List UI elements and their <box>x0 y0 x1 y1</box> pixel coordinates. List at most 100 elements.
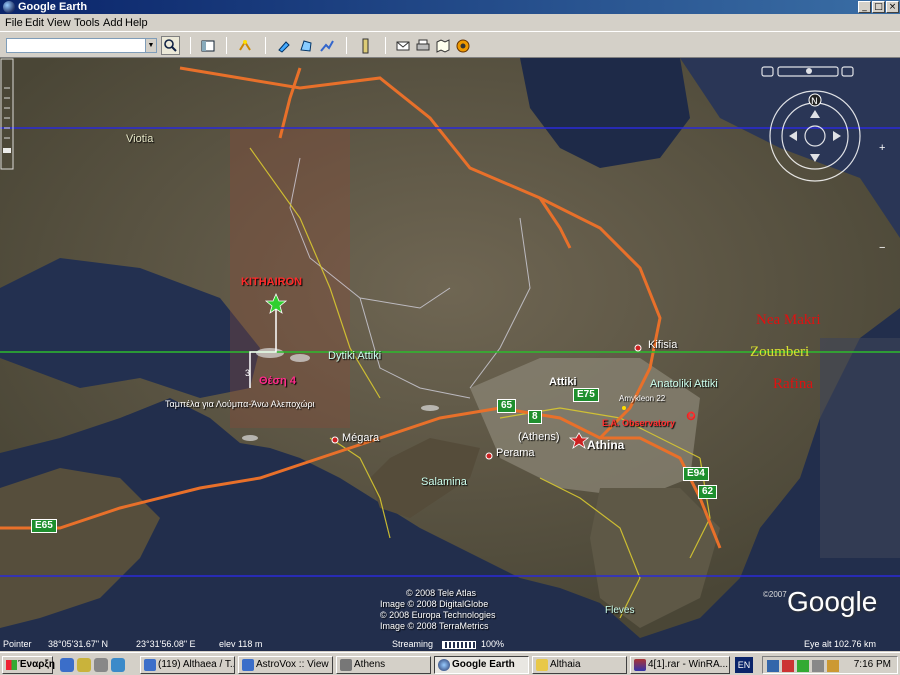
zoom-out-button[interactable]: − <box>879 242 885 254</box>
window-title: Google Earth <box>18 1 88 13</box>
copyright-text: © 2008 Tele Atlas Image © 2008 DigitalGl… <box>380 588 496 632</box>
pointer-longitude: 23°31'56.08" E <box>136 639 196 649</box>
taskbar-item-google-earth[interactable]: Google Earth <box>434 656 529 674</box>
map-label-zoumberi[interactable]: Zoumberi <box>750 344 809 361</box>
placemark-icon[interactable] <box>276 38 292 54</box>
tray-app-icon[interactable] <box>797 660 809 672</box>
road-shield-62: 62 <box>698 485 718 499</box>
map-label-viotia[interactable]: Viotia <box>126 133 153 145</box>
streaming-label: Streaming <box>392 639 434 649</box>
map-label-attiki[interactable]: Attiki <box>549 376 577 388</box>
zoom-in-button[interactable]: + <box>879 142 885 154</box>
tray-app-icon[interactable] <box>827 660 839 672</box>
map-label-kithairon[interactable]: KITHAIRON <box>241 276 302 288</box>
clock: 7:16 PM <box>853 659 891 670</box>
menu-edit[interactable]: Edit <box>25 17 44 29</box>
map-label-amykleon[interactable]: Amykleon 22 <box>619 394 665 403</box>
navigation-controls[interactable]: N <box>760 66 890 196</box>
ruler-icon[interactable] <box>357 38 373 54</box>
streaming-percent: 100% <box>481 639 505 649</box>
window-icon <box>340 659 352 671</box>
start-button[interactable]: Έναρξη <box>2 656 55 674</box>
taskbar-item-astrovox[interactable]: AstroVox :: View ... <box>238 656 333 674</box>
task-label: Athens <box>354 659 386 670</box>
map-label-dytiki-attiki[interactable]: Dytiki Attiki <box>328 350 381 362</box>
google-logo-year: ©2007 <box>763 590 787 599</box>
map-view[interactable]: Viotia KITHAIRON Dytiki Attiki 3 Θέση 4 … <box>0 58 900 651</box>
menu-add[interactable]: Add <box>103 17 123 29</box>
zoom-slider[interactable] <box>0 58 14 170</box>
taskbar-item-althaia[interactable]: Althaia <box>532 656 627 674</box>
title-bar: Google Earth _ □ × <box>0 0 900 14</box>
tour-icon[interactable] <box>237 38 253 54</box>
eye-altitude: Eye alt 102.76 km <box>804 639 877 649</box>
task-label: (119) Althaea / T... <box>158 659 235 670</box>
windows-logo-icon <box>6 660 17 670</box>
map-label-tampela[interactable]: Ταμπέλα για Λούμπα-Άνω Αλεποχώρι <box>165 399 315 409</box>
sidebar-icon[interactable] <box>200 38 216 54</box>
ie-icon <box>242 659 254 671</box>
minimize-button[interactable]: _ <box>858 1 871 13</box>
map-label-salamina[interactable]: Salamina <box>421 476 467 488</box>
map-label-perama[interactable]: Perama <box>496 447 535 459</box>
volume-icon[interactable] <box>812 660 824 672</box>
map-label-thesi4[interactable]: Θέση 4 <box>259 375 296 387</box>
task-label: AstroVox :: View ... <box>256 659 333 670</box>
start-label: Έναρξη <box>18 659 55 670</box>
road-shield-e94: E94 <box>683 467 709 481</box>
pointer-label: Pointer <box>3 639 32 649</box>
polygon-icon[interactable] <box>298 38 314 54</box>
toolbar-separator <box>346 37 347 54</box>
task-label: Althaia <box>550 659 581 670</box>
search-dropdown-button[interactable]: ▼ <box>145 38 157 53</box>
map-label-athina[interactable]: Athina <box>587 438 624 452</box>
taskbar: Έναρξη (119) Althaea / T... AstroVox :: … <box>0 652 900 675</box>
menu-file[interactable]: File <box>5 17 23 29</box>
map-label-anatoliki-attiki[interactable]: Anatoliki Attiki <box>650 378 718 390</box>
road-shield-e65: E65 <box>31 519 57 533</box>
toolbar-separator <box>385 37 386 54</box>
map-label-megara[interactable]: Mégara <box>342 432 379 444</box>
toolbar-separator <box>265 37 266 54</box>
road-shield-e75: E75 <box>573 388 599 402</box>
search-input[interactable] <box>6 38 146 53</box>
copyright-line: Image © 2008 DigitalGlobe <box>380 599 489 609</box>
email-icon[interactable] <box>395 38 411 54</box>
map-label-fleves[interactable]: Fleves <box>605 605 634 616</box>
maximize-button[interactable]: □ <box>872 1 885 13</box>
copyright-line: Image © 2008 TerraMetrics <box>380 621 489 631</box>
menu-tools[interactable]: Tools <box>74 17 100 29</box>
sky-icon[interactable] <box>455 38 471 54</box>
quicklaunch-folder-icon[interactable] <box>77 658 91 672</box>
search-button[interactable] <box>161 36 180 55</box>
task-label: Google Earth <box>452 659 515 670</box>
print-icon[interactable] <box>415 38 431 54</box>
taskbar-item-winrar[interactable]: 4[1].rar - WinRA... <box>630 656 730 674</box>
google-earth-icon <box>3 1 15 13</box>
path-icon[interactable] <box>319 38 335 54</box>
menu-view[interactable]: View <box>47 17 71 29</box>
pointer-latitude: 38°05'31.67" N <box>48 639 109 649</box>
quicklaunch-media-icon[interactable] <box>94 658 108 672</box>
pointer-elevation: elev 118 m <box>219 639 263 649</box>
ie-icon <box>144 659 156 671</box>
task-label: 4[1].rar - WinRA... <box>648 659 729 670</box>
compass-north-label: N <box>811 97 818 107</box>
taskbar-item-athens[interactable]: Athens <box>336 656 431 674</box>
quicklaunch-ie-icon[interactable] <box>60 658 74 672</box>
map-label-athens[interactable]: (Athens) <box>518 431 560 443</box>
copyright-line: © 2008 Europa Technologies <box>380 610 496 620</box>
antivirus-icon[interactable] <box>782 660 794 672</box>
map-label-rafina[interactable]: Rafina <box>773 376 813 393</box>
network-icon[interactable] <box>767 660 779 672</box>
map-label-ea-observatory[interactable]: E.A. Observatory <box>602 418 675 428</box>
close-button[interactable]: × <box>886 1 899 13</box>
language-indicator[interactable]: EN <box>735 657 753 673</box>
menu-help[interactable]: Help <box>125 17 148 29</box>
map-label-nea-makri[interactable]: Nea Makri <box>756 312 821 329</box>
taskbar-item-althaea[interactable]: (119) Althaea / T... <box>140 656 235 674</box>
quicklaunch-desktop-icon[interactable] <box>111 658 125 672</box>
maps-icon[interactable] <box>435 38 451 54</box>
winrar-icon <box>634 659 646 671</box>
map-label-kifisia[interactable]: Kifisia <box>648 339 677 351</box>
